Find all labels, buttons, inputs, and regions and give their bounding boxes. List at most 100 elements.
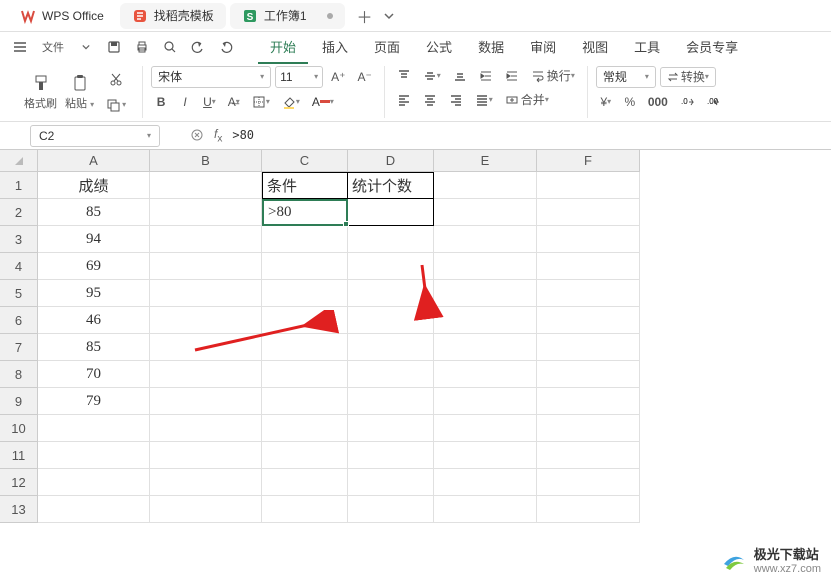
align-right-icon[interactable] <box>445 90 467 110</box>
save-icon[interactable] <box>102 35 126 59</box>
cell[interactable] <box>348 415 434 442</box>
tab-insert[interactable]: 插入 <box>310 31 360 64</box>
comma-button[interactable]: 000 <box>644 92 672 112</box>
col-header[interactable]: F <box>537 150 640 172</box>
cell[interactable] <box>262 334 348 361</box>
align-left-icon[interactable] <box>393 90 415 110</box>
cell[interactable] <box>434 172 537 199</box>
col-header[interactable]: B <box>150 150 262 172</box>
cell[interactable] <box>434 415 537 442</box>
cell[interactable] <box>537 280 640 307</box>
col-header[interactable]: A <box>38 150 150 172</box>
cell[interactable] <box>262 415 348 442</box>
cell[interactable] <box>262 388 348 415</box>
workbook-tab[interactable]: S 工作簿1 <box>230 3 345 29</box>
col-header[interactable]: C <box>262 150 348 172</box>
underline-button[interactable]: U▾ <box>199 92 220 112</box>
justify-icon[interactable]: ▾ <box>471 90 497 110</box>
row-header[interactable]: 10 <box>0 415 38 442</box>
cell[interactable] <box>537 361 640 388</box>
align-center-icon[interactable] <box>419 90 441 110</box>
add-tab-button[interactable]: ＋ <box>357 4 373 28</box>
cell[interactable] <box>38 415 150 442</box>
cell[interactable] <box>434 199 537 226</box>
cell[interactable] <box>434 253 537 280</box>
cell[interactable] <box>348 469 434 496</box>
cell[interactable] <box>348 334 434 361</box>
cell[interactable] <box>262 280 348 307</box>
cell[interactable] <box>348 496 434 523</box>
cell[interactable] <box>434 334 537 361</box>
cell[interactable] <box>434 469 537 496</box>
cell[interactable]: 条件 <box>262 172 348 199</box>
cell[interactable] <box>150 442 262 469</box>
font-color-button[interactable]: A▾ <box>308 92 338 112</box>
print-icon[interactable] <box>130 35 154 59</box>
cell[interactable] <box>150 226 262 253</box>
cell[interactable] <box>38 496 150 523</box>
tab-formula[interactable]: 公式 <box>414 31 464 64</box>
cut-icon[interactable] <box>105 69 127 89</box>
decimal-decrease-icon[interactable]: .0 <box>676 92 698 112</box>
convert-button[interactable]: 转换▾ <box>660 67 716 87</box>
cell[interactable] <box>348 388 434 415</box>
cell[interactable] <box>38 469 150 496</box>
cell[interactable] <box>434 361 537 388</box>
font-increase-icon[interactable]: A⁺ <box>327 67 349 87</box>
cell[interactable] <box>537 469 640 496</box>
cell[interactable] <box>150 253 262 280</box>
cell[interactable]: 70 <box>38 361 150 388</box>
cell[interactable]: 成绩 <box>38 172 150 199</box>
fill-handle[interactable] <box>343 221 349 227</box>
font-name-select[interactable]: 宋体▾ <box>151 66 271 88</box>
tab-member[interactable]: 会员专享 <box>674 31 750 64</box>
cell[interactable] <box>537 334 640 361</box>
bold-button[interactable]: B <box>151 92 171 112</box>
cell[interactable] <box>537 253 640 280</box>
row-header[interactable]: 5 <box>0 280 38 307</box>
file-menu[interactable]: 文件 <box>36 39 70 55</box>
cell[interactable] <box>348 307 434 334</box>
currency-button[interactable]: ¥▾ <box>596 92 616 112</box>
copy-icon[interactable]: ▾ <box>102 95 130 115</box>
align-bottom-icon[interactable] <box>449 66 471 86</box>
cell[interactable]: 85 <box>38 334 150 361</box>
cell[interactable] <box>434 388 537 415</box>
cell[interactable] <box>434 226 537 253</box>
cell[interactable] <box>348 280 434 307</box>
row-header[interactable]: 13 <box>0 496 38 523</box>
cell[interactable] <box>150 334 262 361</box>
merge-button[interactable]: 合并▾ <box>501 90 553 110</box>
indent-decrease-icon[interactable] <box>475 66 497 86</box>
cell[interactable] <box>150 280 262 307</box>
cell[interactable] <box>38 442 150 469</box>
cell[interactable] <box>150 388 262 415</box>
cell[interactable] <box>348 199 434 226</box>
cell[interactable] <box>150 496 262 523</box>
cell[interactable] <box>150 361 262 388</box>
cell[interactable]: 94 <box>38 226 150 253</box>
cell[interactable] <box>262 307 348 334</box>
fx-icon[interactable]: fx <box>214 127 222 144</box>
cell[interactable] <box>537 199 640 226</box>
tab-data[interactable]: 数据 <box>466 31 516 64</box>
undo-icon[interactable] <box>186 35 210 59</box>
row-header[interactable]: 7 <box>0 334 38 361</box>
cell[interactable] <box>537 415 640 442</box>
cell[interactable] <box>537 226 640 253</box>
cell[interactable]: >80 <box>262 199 348 226</box>
cell[interactable] <box>537 172 640 199</box>
cell[interactable] <box>262 361 348 388</box>
cell[interactable] <box>348 361 434 388</box>
cell[interactable] <box>262 496 348 523</box>
row-header[interactable]: 6 <box>0 307 38 334</box>
tab-start[interactable]: 开始 <box>258 31 308 64</box>
row-header[interactable]: 3 <box>0 226 38 253</box>
cell[interactable] <box>150 415 262 442</box>
cell[interactable] <box>150 469 262 496</box>
cell[interactable] <box>537 388 640 415</box>
row-header[interactable]: 12 <box>0 469 38 496</box>
format-brush-icon[interactable] <box>28 73 54 93</box>
col-header[interactable]: E <box>434 150 537 172</box>
app-tab[interactable]: WPS Office <box>8 3 116 29</box>
